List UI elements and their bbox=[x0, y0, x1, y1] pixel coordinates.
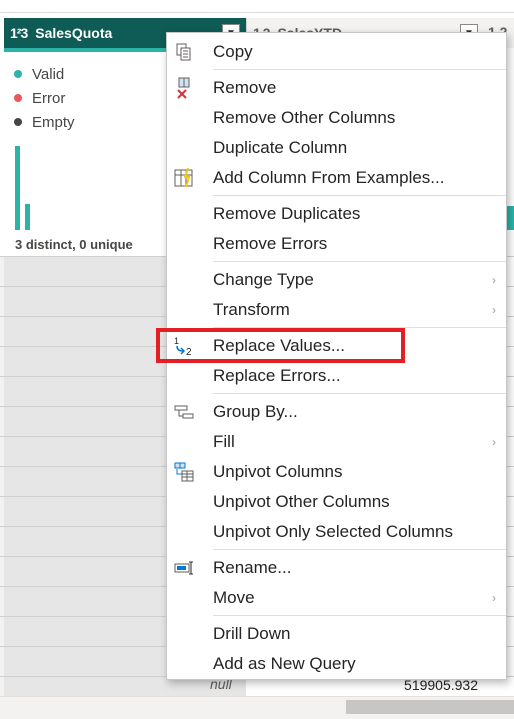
chevron-right-icon: › bbox=[492, 303, 496, 317]
valid-dot-icon bbox=[14, 70, 22, 78]
menu-separator bbox=[213, 195, 506, 196]
menu-item-label: Remove Duplicates bbox=[213, 204, 361, 223]
menu-separator bbox=[213, 69, 506, 70]
distinct-unique-stats: 3 distinct, 0 unique bbox=[15, 237, 133, 252]
menu-item-remove-duplicates[interactable]: Remove Duplicates bbox=[167, 199, 506, 229]
menu-item-drill-down[interactable]: Drill Down bbox=[167, 619, 506, 649]
menu-item-remove-other-columns[interactable]: Remove Other Columns bbox=[167, 103, 506, 133]
menu-item-label: Move bbox=[213, 588, 255, 607]
scrollbar-thumb[interactable] bbox=[346, 700, 514, 714]
menu-item-unpivot-columns[interactable]: Unpivot Columns bbox=[167, 457, 506, 487]
menu-item-label: Replace Errors... bbox=[213, 366, 341, 385]
menu-separator bbox=[213, 393, 506, 394]
menu-item-label: Add as New Query bbox=[213, 654, 356, 673]
error-dot-icon bbox=[14, 94, 22, 102]
column-name: SalesQuota bbox=[35, 25, 113, 41]
whole-number-type-icon[interactable]: 1²3 bbox=[10, 25, 28, 41]
menu-item-label: Unpivot Other Columns bbox=[213, 492, 390, 511]
menu-item-rename[interactable]: Rename... bbox=[167, 553, 506, 583]
menu-item-label: Add Column From Examples... bbox=[213, 168, 445, 187]
menu-item-change-type[interactable]: Change Type › bbox=[167, 265, 506, 295]
legend-label: Valid bbox=[32, 65, 65, 83]
column-from-examples-icon bbox=[173, 167, 195, 189]
menu-item-label: Transform bbox=[213, 300, 290, 319]
remove-icon bbox=[173, 77, 195, 99]
chevron-right-icon: › bbox=[492, 273, 496, 287]
menu-item-transform[interactable]: Transform › bbox=[167, 295, 506, 325]
menu-item-remove[interactable]: Remove bbox=[167, 73, 506, 103]
legend-label: Error bbox=[32, 89, 66, 107]
menu-item-unpivot-only-selected[interactable]: Unpivot Only Selected Columns bbox=[167, 517, 506, 547]
replace-values-highlight-box bbox=[156, 328, 405, 363]
menu-item-label: Drill Down bbox=[213, 624, 291, 643]
menu-item-move[interactable]: Move › bbox=[167, 583, 506, 613]
top-strip bbox=[0, 0, 514, 13]
menu-separator bbox=[213, 549, 506, 550]
distribution-bar[interactable] bbox=[15, 146, 20, 230]
menu-item-duplicate-column[interactable]: Duplicate Column bbox=[167, 133, 506, 163]
menu-separator bbox=[213, 261, 506, 262]
menu-item-unpivot-other-columns[interactable]: Unpivot Other Columns bbox=[167, 487, 506, 517]
rename-icon bbox=[173, 557, 195, 579]
group-by-icon bbox=[173, 401, 195, 423]
menu-item-fill[interactable]: Fill › bbox=[167, 427, 506, 457]
unpivot-icon bbox=[173, 461, 195, 483]
empty-dot-icon bbox=[14, 118, 22, 126]
menu-item-label: Unpivot Columns bbox=[213, 462, 343, 481]
menu-item-add-as-new-query[interactable]: Add as New Query bbox=[167, 649, 506, 679]
menu-item-label: Remove bbox=[213, 78, 277, 97]
chevron-right-icon: › bbox=[492, 591, 496, 605]
menu-item-copy[interactable]: Copy bbox=[167, 37, 506, 67]
menu-item-label: Duplicate Column bbox=[213, 138, 348, 157]
distribution-bar[interactable] bbox=[25, 204, 30, 230]
menu-item-replace-errors[interactable]: Replace Errors... bbox=[167, 361, 506, 391]
menu-item-group-by[interactable]: Group By... bbox=[167, 397, 506, 427]
legend-label: Empty bbox=[32, 113, 75, 131]
menu-item-label: Remove Errors bbox=[213, 234, 328, 253]
menu-item-label: Remove Other Columns bbox=[213, 108, 396, 127]
menu-item-label: Unpivot Only Selected Columns bbox=[213, 522, 454, 541]
copy-icon bbox=[173, 41, 195, 63]
chevron-right-icon: › bbox=[492, 435, 496, 449]
menu-item-label: Copy bbox=[213, 42, 253, 61]
menu-item-label: Change Type bbox=[213, 270, 314, 289]
menu-item-label: Group By... bbox=[213, 402, 298, 421]
menu-item-label: Rename... bbox=[213, 558, 292, 577]
menu-item-remove-errors[interactable]: Remove Errors bbox=[167, 229, 506, 259]
menu-item-label: Fill bbox=[213, 432, 235, 451]
menu-item-add-column-from-examples[interactable]: Add Column From Examples... bbox=[167, 163, 506, 193]
menu-separator bbox=[213, 615, 506, 616]
